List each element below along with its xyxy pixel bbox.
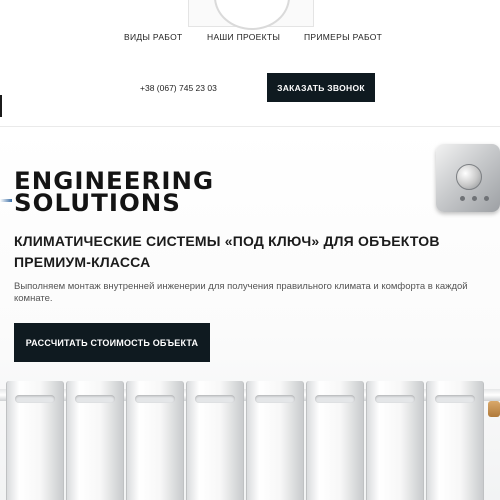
hero-subtext: Выполняем монтаж внутренней инженерии дл…	[14, 281, 468, 304]
calculate-cost-button[interactable]: РАССЧИТАТЬ СТОИМОСТЬ ОБЪЕКТА	[14, 323, 210, 362]
phone-number[interactable]: +38 (067) 745 23 03	[140, 83, 217, 93]
thermostat-dial	[456, 164, 482, 190]
brand-accent-decoration	[0, 199, 12, 202]
thermostat-led	[460, 196, 465, 201]
radiator-section	[306, 381, 364, 500]
main-nav: ВИДЫ РАБОТ НАШИ ПРОЕКТЫ ПРИМЕРЫ РАБОТ	[0, 32, 500, 46]
radiator-valve	[488, 401, 500, 417]
radiator-section	[246, 381, 304, 500]
left-edge-line	[0, 95, 2, 117]
site-header: ВИДЫ РАБОТ НАШИ ПРОЕКТЫ ПРИМЕРЫ РАБОТ +3…	[0, 0, 500, 127]
hero-headline: КЛИМАТИЧЕСКИЕ СИСТЕМЫ «ПОД КЛЮЧ» ДЛЯ ОБЪ…	[14, 233, 440, 270]
radiator-section	[126, 381, 184, 500]
radiator-section	[66, 381, 124, 500]
brand-line-solutions: SOLUTIONS	[14, 189, 181, 217]
radiator-section	[186, 381, 244, 500]
brand-wordmark: ENGINEERING SOLUTIONS	[14, 169, 279, 217]
thermostat-led	[484, 196, 489, 201]
nav-item-our-projects[interactable]: НАШИ ПРОЕКТЫ	[207, 32, 280, 42]
nav-item-work-types[interactable]: ВИДЫ РАБОТ	[124, 32, 182, 42]
thermostat-icon	[436, 144, 500, 212]
nav-item-work-examples[interactable]: ПРИМЕРЫ РАБОТ	[304, 32, 382, 42]
order-callback-button[interactable]: ЗАКАЗАТЬ ЗВОНОК	[267, 73, 375, 102]
thermostat-led	[472, 196, 477, 201]
radiator-section	[366, 381, 424, 500]
radiator-icon	[0, 381, 500, 500]
radiator-section	[426, 381, 484, 500]
radiator-section	[6, 381, 64, 500]
